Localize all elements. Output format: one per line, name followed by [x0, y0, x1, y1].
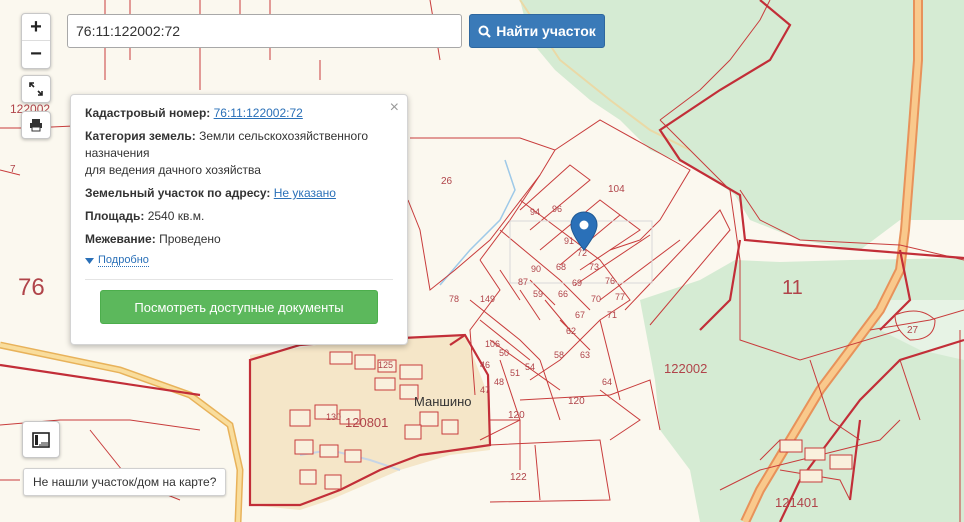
parcel-label: 73	[589, 262, 599, 272]
survey-value: Проведено	[159, 232, 221, 246]
layers-button[interactable]	[22, 421, 60, 458]
parcel-label: 149	[480, 294, 495, 304]
fullscreen-button[interactable]	[21, 75, 51, 103]
parcel-label: 58	[554, 350, 564, 360]
parcel-label: 76	[605, 276, 615, 286]
layers-icon	[32, 431, 50, 448]
parcel-label: 27	[907, 325, 919, 336]
parcel-label: 71	[607, 310, 617, 320]
cadastral-number-row: Кадастровый номер: 76:11:122002:72	[85, 105, 393, 122]
block-label-120801: 120801	[345, 415, 388, 430]
not-found-button[interactable]: Не нашли участок/дом на карте?	[23, 468, 227, 496]
parcel-label: 47	[480, 385, 490, 395]
parcel-label: 70	[591, 294, 601, 304]
cadastral-search-input[interactable]	[67, 14, 462, 48]
address-row: Земельный участок по адресу: Не указано	[85, 185, 393, 202]
parcel-label: 48	[494, 377, 504, 387]
district-code-label: 11	[782, 277, 803, 299]
land-category-value: Земли сельскохозяйственного	[199, 129, 369, 143]
parcel-info-popup: × Кадастровый номер: 76:11:122002:72 Кат…	[70, 94, 408, 345]
land-use-value: для ведения дачного хозяйства	[85, 163, 261, 177]
area-value: 2540 кв.м.	[147, 209, 205, 223]
address-link[interactable]: Не указано	[274, 186, 336, 200]
address-label: Земельный участок по адресу:	[85, 186, 271, 200]
parcel-label: 66	[558, 289, 568, 299]
parcel-label: 77	[615, 292, 625, 302]
parcel-label: 94	[530, 207, 540, 217]
parcel-label: 72	[577, 248, 587, 258]
parcel-label: 50	[499, 348, 509, 358]
parcel-label: 90	[531, 264, 541, 274]
parcel-label: 59	[533, 289, 543, 299]
parcel-label: 68	[556, 262, 566, 272]
block-label-121401: 121401	[775, 495, 818, 510]
printer-icon	[30, 119, 42, 132]
close-icon[interactable]: ×	[390, 99, 399, 117]
parcel-label: 120	[568, 396, 585, 407]
area-row: Площадь: 2540 кв.м.	[85, 208, 393, 225]
view-documents-button[interactable]: Посмотреть доступные документы	[100, 290, 378, 324]
parcel-label: 54	[525, 362, 535, 372]
find-parcel-button-label: Найти участок	[496, 23, 596, 39]
parcel-label: 96	[552, 204, 562, 214]
search-icon	[478, 25, 491, 38]
cadastral-number-label: Кадастровый номер:	[85, 106, 211, 120]
survey-label: Межевание:	[85, 232, 156, 246]
land-category-label: Категория земель:	[85, 129, 196, 143]
parcel-label: 26	[441, 176, 453, 187]
land-category-value: назначения	[85, 146, 150, 160]
region-code-label: 76	[18, 274, 45, 301]
parcel-label: 62	[566, 326, 576, 336]
details-toggle-label: Подробно	[98, 254, 149, 267]
parcel-label: 125	[378, 360, 393, 370]
details-toggle[interactable]: Подробно	[85, 254, 393, 267]
fullscreen-icon	[29, 82, 43, 96]
zoom-control: + −	[21, 13, 51, 69]
parcel-label: 46	[480, 360, 490, 370]
parcel-label: 104	[608, 184, 625, 195]
parcel-label: 78	[449, 294, 459, 304]
parcel-label: 91	[564, 236, 574, 246]
find-parcel-button[interactable]: Найти участок	[469, 14, 605, 48]
print-button[interactable]	[21, 111, 51, 139]
caret-down-icon	[85, 257, 94, 264]
parcel-label: 67	[575, 310, 585, 320]
land-category-row: Категория земель: Земли сельскохозяйстве…	[85, 128, 393, 179]
parcel-label: 51	[510, 368, 520, 378]
parcel-label: 64	[602, 377, 612, 387]
popup-divider	[85, 279, 393, 280]
area-label: Площадь:	[85, 209, 145, 223]
parcel-label: 63	[580, 350, 590, 360]
parcel-label: 87	[518, 277, 528, 287]
parcel-label: 106	[485, 339, 500, 349]
village-name-label: Маншино	[414, 394, 471, 409]
zoom-in-button[interactable]: +	[22, 14, 50, 40]
parcel-label: 122	[510, 472, 527, 483]
block-label-right: 122002	[664, 361, 707, 376]
zoom-out-button[interactable]: −	[22, 40, 50, 67]
cadastral-number-link[interactable]: 76:11:122002:72	[214, 106, 303, 120]
survey-row: Межевание: Проведено	[85, 231, 393, 248]
parcel-label: 130	[326, 412, 341, 422]
parcel-label: 7	[10, 164, 16, 175]
parcel-label: 69	[572, 278, 582, 288]
parcel-label: 120	[508, 410, 525, 421]
